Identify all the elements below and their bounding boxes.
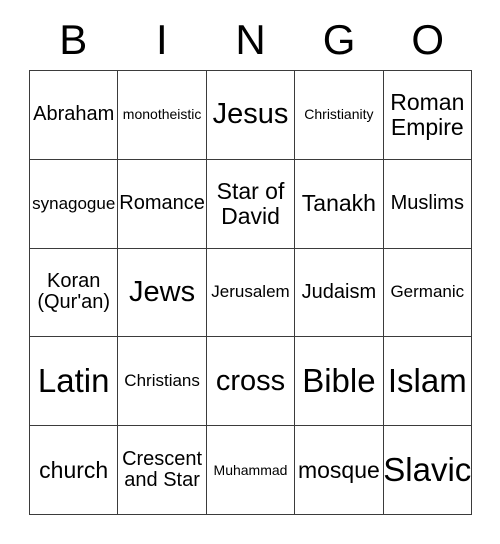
- bingo-cell-label: synagogue: [32, 193, 116, 213]
- bingo-cell-label: Roman Empire: [390, 89, 465, 140]
- bingo-cell-label: cross: [215, 364, 286, 397]
- bingo-cell[interactable]: monotheistic: [118, 71, 207, 160]
- bingo-cell[interactable]: Slavic: [383, 426, 472, 515]
- bingo-cell-label: Islam: [387, 362, 467, 400]
- bingo-cell[interactable]: Muhammad: [206, 426, 296, 515]
- bingo-cell[interactable]: Koran (Qur'an): [30, 248, 119, 338]
- bingo-cell-label: Muslims: [390, 191, 464, 214]
- bingo-cell-label: Romance: [119, 191, 205, 214]
- bingo-cell-label: Jews: [129, 275, 196, 308]
- header-letter-n: N: [235, 16, 266, 63]
- bingo-cell[interactable]: Jesus: [206, 71, 296, 160]
- bingo-cell[interactable]: Jews: [118, 248, 207, 338]
- bingo-cell-label: monotheistic: [122, 106, 202, 123]
- bingo-grid: Abraham monotheistic Jesus Christianity Roma…: [29, 70, 472, 515]
- bingo-cell[interactable]: Muslims: [383, 159, 472, 249]
- bingo-cell-label: Tanakh: [301, 190, 376, 217]
- bingo-cell[interactable]: Crescent and Star: [118, 426, 207, 515]
- bingo-cell[interactable]: church: [30, 426, 119, 515]
- bingo-cell-label: Germanic: [390, 282, 465, 302]
- bingo-cell-label: Star of David: [216, 177, 285, 229]
- header-letter-g: G: [322, 16, 356, 63]
- bingo-cell[interactable]: Bible: [295, 337, 384, 427]
- bingo-cell-label: Judaism: [301, 280, 377, 303]
- header-letter-o: O: [411, 16, 444, 63]
- bingo-cell-label: Christianity: [304, 106, 374, 123]
- bingo-cell[interactable]: Tanakh: [295, 159, 384, 249]
- bingo-card: B I N G O Abraham monotheistic Jesus Christ…: [0, 0, 500, 544]
- bingo-cell-label: Muhammad: [213, 461, 288, 478]
- bingo-cell[interactable]: Latin: [30, 337, 119, 427]
- bingo-cell-label: Slavic: [383, 451, 472, 489]
- bingo-cell-label: mosque: [297, 456, 380, 483]
- bingo-cell-label: church: [39, 456, 109, 483]
- bingo-header: B I N G O: [29, 14, 472, 66]
- bingo-cell-label: Bible: [302, 362, 376, 400]
- bingo-cell[interactable]: Christians: [118, 337, 207, 427]
- bingo-cell[interactable]: Jerusalem: [206, 248, 296, 338]
- header-letter-b: B: [59, 16, 88, 63]
- bingo-cell[interactable]: Christianity: [295, 71, 384, 160]
- bingo-cell[interactable]: Germanic: [383, 248, 472, 338]
- bingo-cell[interactable]: Roman Empire: [383, 71, 472, 160]
- bingo-cell-label: Jerusalem: [211, 282, 290, 302]
- bingo-cell[interactable]: Abraham: [30, 71, 119, 160]
- bingo-cell[interactable]: cross: [206, 337, 296, 427]
- bingo-cell[interactable]: synagogue: [30, 159, 119, 249]
- bingo-cell[interactable]: Romance: [118, 159, 207, 249]
- bingo-cell-label: Abraham: [33, 103, 115, 126]
- bingo-cell-label: Jesus: [212, 98, 289, 131]
- bingo-cell-label: Latin: [37, 362, 110, 400]
- bingo-cell[interactable]: Islam: [383, 337, 472, 427]
- bingo-cell-label: Christians: [124, 371, 200, 391]
- bingo-cell[interactable]: Star of David: [206, 159, 296, 249]
- bingo-cell-label: Koran (Qur'an): [37, 269, 111, 314]
- header-letter-i: I: [156, 16, 168, 63]
- bingo-cell[interactable]: mosque: [295, 426, 384, 515]
- bingo-cell-label: Crescent and Star: [122, 447, 203, 492]
- bingo-cell[interactable]: Judaism: [295, 248, 384, 338]
